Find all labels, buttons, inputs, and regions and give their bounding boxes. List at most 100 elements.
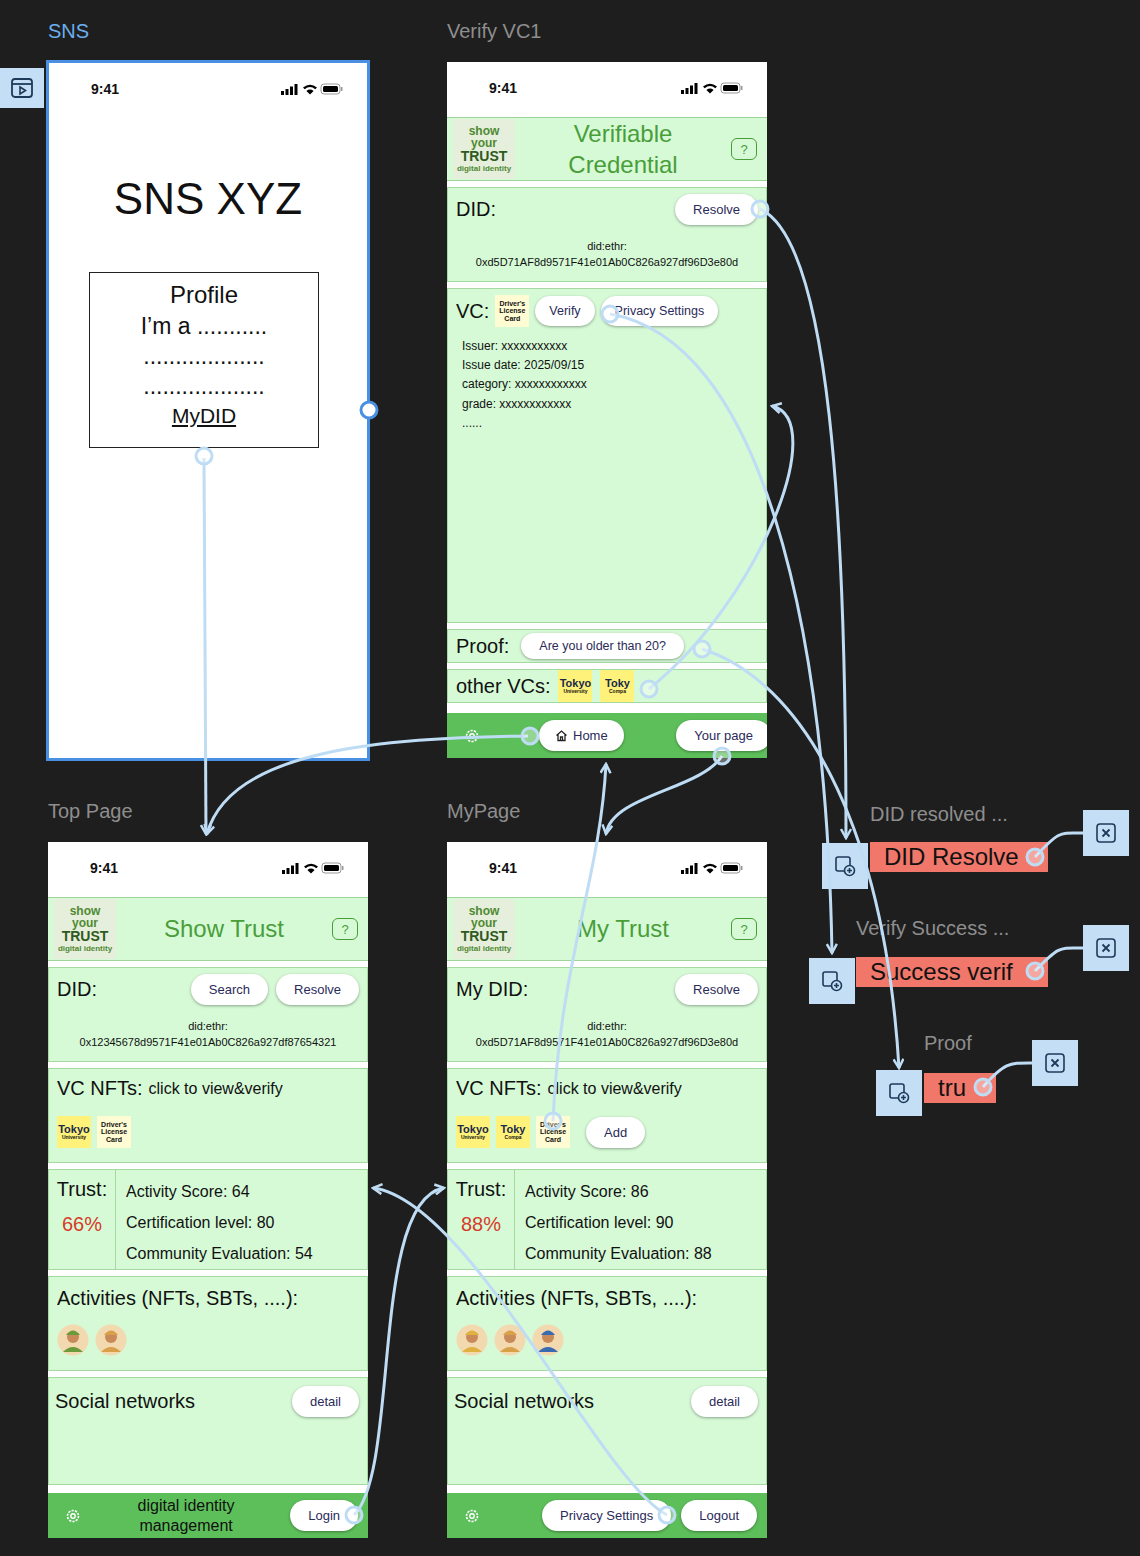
connection-line[interactable] xyxy=(606,756,722,834)
connection-handle[interactable] xyxy=(522,728,538,744)
connection-line[interactable] xyxy=(649,406,793,689)
vc-button[interactable]: Verify xyxy=(535,296,594,326)
add-button[interactable]: Add xyxy=(586,1117,645,1148)
vc-thumbnail[interactable]: TokyoUniversity xyxy=(456,1116,490,1148)
vc-nfts-section: VC NFTs: click to view&verify TokyoUnive… xyxy=(48,1068,368,1163)
phone-frame[interactable]: 9:41 SNS XYZ Profile I’m a .............… xyxy=(46,60,370,761)
your-page-button[interactable]: Your page xyxy=(676,720,767,751)
footer-bar: Privacy Settings Logout xyxy=(447,1493,767,1538)
gear-icon[interactable] xyxy=(463,1507,481,1525)
app-header: showyourTRUSTdigital identity Show Trust… xyxy=(48,897,368,961)
avatar-icon[interactable] xyxy=(494,1324,526,1356)
connection-line[interactable] xyxy=(610,314,832,953)
connection-line[interactable] xyxy=(204,458,206,834)
overlay-frame[interactable]: Success verif xyxy=(856,957,1048,987)
connection-line[interactable] xyxy=(354,1188,444,1515)
connection-handle[interactable] xyxy=(545,1113,561,1129)
footer-button[interactable]: Privacy Settings xyxy=(542,1500,671,1531)
connection-handle[interactable] xyxy=(196,448,212,464)
gear-icon[interactable] xyxy=(463,727,481,745)
vc-nfts-section: VC NFTs: click to view&verify TokyoUnive… xyxy=(447,1068,767,1163)
open-overlay-icon[interactable] xyxy=(876,1070,922,1116)
clock: 9:41 xyxy=(489,80,517,96)
vc-thumbnail[interactable]: Driver'sLicenseCard xyxy=(495,295,529,327)
frame-handle[interactable] xyxy=(361,402,377,418)
connection-handle[interactable] xyxy=(975,1079,991,1095)
overlay-frame[interactable]: tru xyxy=(924,1073,996,1103)
home-button[interactable]: Home xyxy=(539,720,624,751)
connection-line[interactable] xyxy=(760,209,846,838)
avatar-icon[interactable] xyxy=(532,1324,564,1356)
did-address[interactable]: did:ethr:0x12345678d9571F41e01Ab0C826a92… xyxy=(57,1019,359,1051)
connection-handle[interactable] xyxy=(752,201,768,217)
connection-handle[interactable] xyxy=(714,748,730,764)
did-button[interactable]: Resolve xyxy=(276,974,359,1005)
help-button[interactable]: ? xyxy=(731,138,757,160)
connection-line[interactable] xyxy=(207,736,528,834)
footer-button[interactable]: Login xyxy=(290,1500,358,1531)
detail-button[interactable]: detail xyxy=(691,1386,758,1417)
frame-label[interactable]: Verify VC1 xyxy=(447,20,541,43)
proof-button[interactable]: Are you older than 20? xyxy=(521,633,683,659)
overlay-frame[interactable]: DID Resolve xyxy=(870,842,1048,872)
gear-icon[interactable] xyxy=(64,1507,82,1525)
vc-thumbnail[interactable]: TokyCompa xyxy=(600,670,634,702)
open-overlay-icon[interactable] xyxy=(822,843,868,889)
app-header: showyourTRUSTdigital identity My Trust ? xyxy=(447,897,767,961)
vc-thumbnail[interactable]: TokyoUniversity xyxy=(57,1116,91,1148)
did-section: My DID: Resolve did:ethr:0xd5D71AF8d9571… xyxy=(447,967,767,1062)
play-icon xyxy=(10,76,34,100)
social-label: Social networks xyxy=(55,1390,195,1413)
did-address[interactable]: did:ethr:0xd5D71AF8d9571F41e01Ab0C826a92… xyxy=(456,239,758,271)
vc-thumbnail[interactable]: Driver'sLicenseCard xyxy=(536,1116,570,1148)
close-overlay-icon[interactable] xyxy=(1083,925,1129,971)
open-overlay-icon[interactable] xyxy=(809,958,855,1004)
overlay-label[interactable]: DID resolved ... xyxy=(870,803,1008,826)
avatar-icon[interactable] xyxy=(95,1324,127,1356)
clock: 9:41 xyxy=(90,860,118,876)
activities-section: Activities (NFTs, SBTs, ....): xyxy=(447,1276,767,1371)
connection-line[interactable] xyxy=(1035,948,1083,971)
avatar-icon[interactable] xyxy=(57,1324,89,1356)
overlay-label[interactable]: Verify Success ... xyxy=(856,917,1009,940)
connection-handle[interactable] xyxy=(346,1507,362,1523)
did-button[interactable]: Search xyxy=(191,974,268,1005)
footer-button[interactable]: Logout xyxy=(681,1500,757,1531)
connection-line[interactable] xyxy=(983,1063,1032,1087)
help-button[interactable]: ? xyxy=(332,918,358,940)
vc-thumbnail[interactable]: Driver'sLicenseCard xyxy=(97,1116,131,1148)
connection-handle[interactable] xyxy=(641,681,657,697)
connection-handle[interactable] xyxy=(659,1507,675,1523)
connection-line[interactable] xyxy=(373,1188,667,1515)
connection-line[interactable] xyxy=(1035,833,1083,857)
nfts-label: VC NFTs: xyxy=(456,1077,542,1100)
close-overlay-icon[interactable] xyxy=(1032,1040,1078,1086)
frame-label[interactable]: SNS xyxy=(48,20,89,43)
close-overlay-icon[interactable] xyxy=(1083,810,1129,856)
connection-handle[interactable] xyxy=(694,641,710,657)
activities-label: Activities (NFTs, SBTs, ....): xyxy=(57,1287,298,1309)
vc-thumbnail[interactable]: TokyoUniversity xyxy=(558,670,592,702)
prototype-play-button[interactable] xyxy=(0,68,44,108)
status-bar: 9:41 xyxy=(48,842,368,897)
did-button[interactable]: Resolve xyxy=(675,194,758,225)
mydid-link[interactable]: MyDID xyxy=(172,402,236,430)
connection-handle[interactable] xyxy=(602,306,618,322)
help-button[interactable]: ? xyxy=(731,918,757,940)
other-vcs-section: other VCs: TokyoUniversityTokyCompa xyxy=(447,669,767,703)
trust-metric: Community Evaluation: 54 xyxy=(126,1238,313,1269)
avatar-icon[interactable] xyxy=(456,1324,488,1356)
vc-button[interactable]: Privacy Settings xyxy=(601,296,719,326)
connection-line[interactable] xyxy=(553,764,606,1121)
connection-handle[interactable] xyxy=(1027,849,1043,865)
vc-thumbnail[interactable]: TokyCompa xyxy=(496,1116,530,1148)
detail-button[interactable]: detail xyxy=(292,1386,359,1417)
overlay-label[interactable]: Proof xyxy=(924,1032,972,1055)
did-button[interactable]: Resolve xyxy=(675,974,758,1005)
vc-section: VC: Driver'sLicenseCard VerifyPrivacy Se… xyxy=(447,288,767,623)
connection-line[interactable] xyxy=(702,649,899,1068)
connection-handle[interactable] xyxy=(1027,963,1043,979)
did-address[interactable]: did:ethr:0xd5D71AF8d9571F41e01Ab0C826a92… xyxy=(456,1019,758,1051)
frame-label[interactable]: Top Page xyxy=(48,800,133,823)
frame-label[interactable]: MyPage xyxy=(447,800,520,823)
